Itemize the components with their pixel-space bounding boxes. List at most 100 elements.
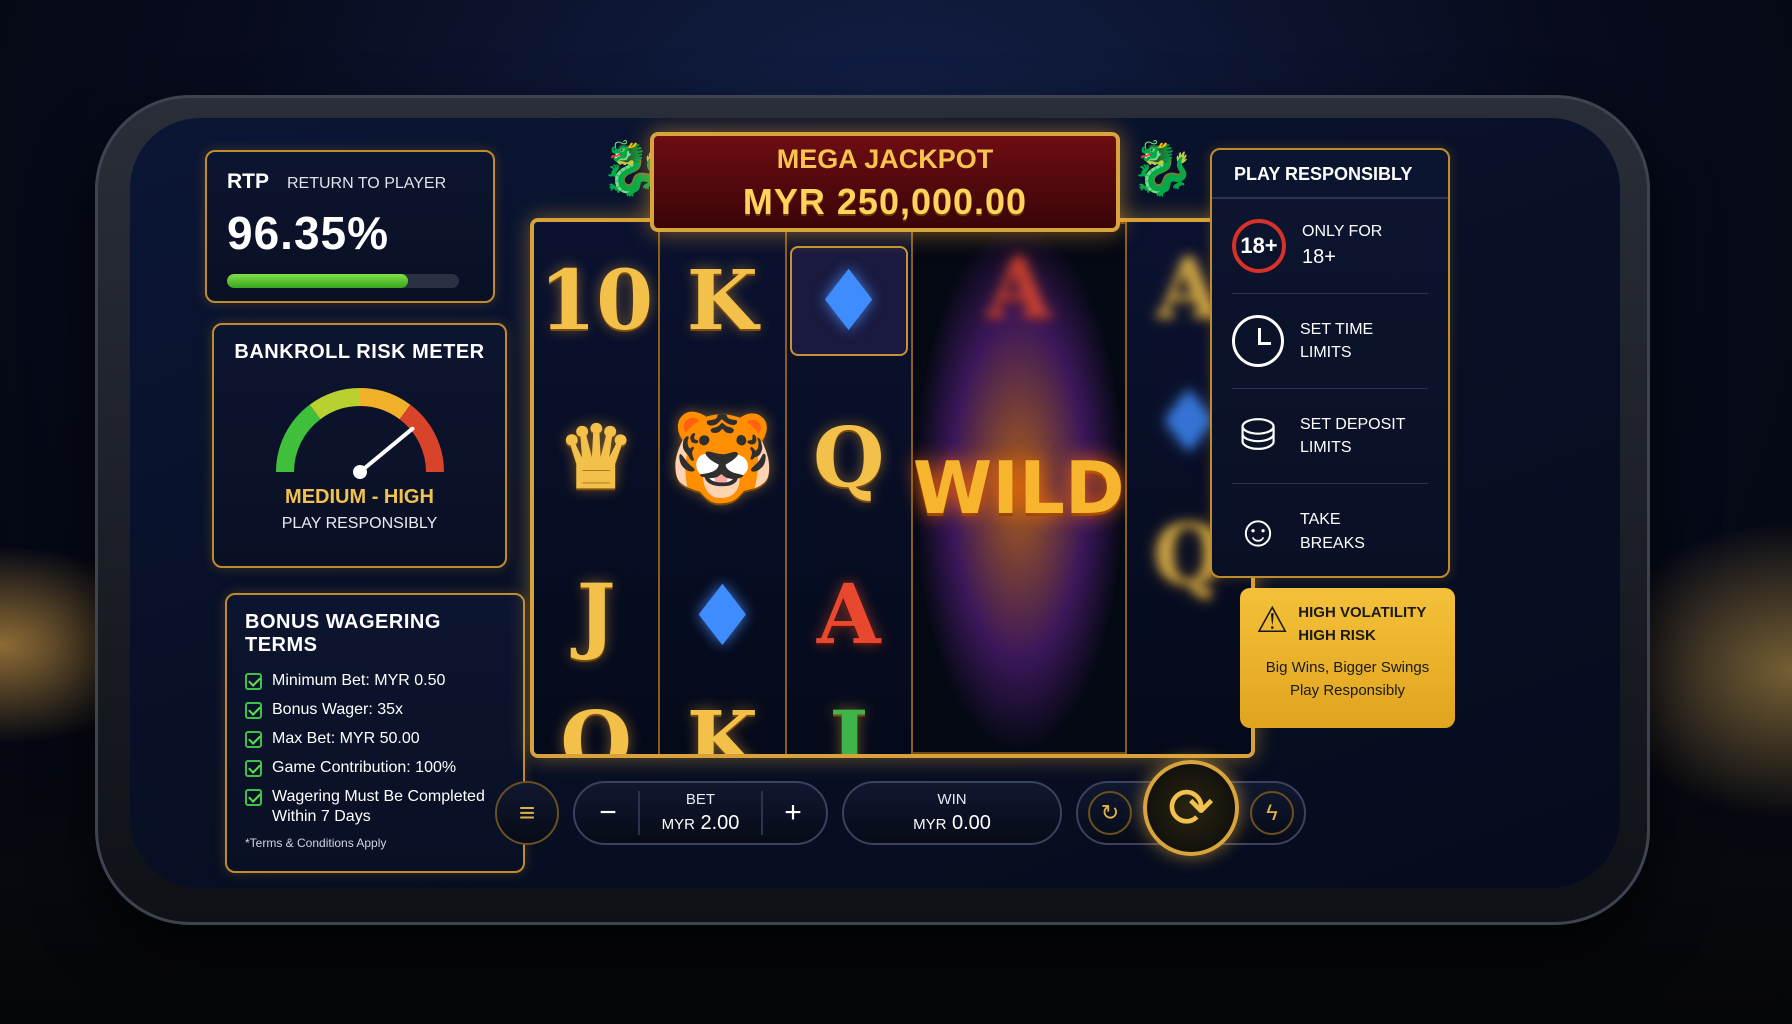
autoplay-button[interactable]: ↻ — [1088, 791, 1132, 835]
bet-decrease-button[interactable]: − — [593, 796, 623, 830]
list-item: ☺ TAKE BREAKS — [1232, 484, 1428, 579]
repeat-icon: ↻ — [1100, 800, 1120, 825]
jackpot-banner: MEGA JACKPOT MYR 250,000.00 — [650, 132, 1120, 232]
gauge-needle — [357, 426, 414, 474]
turbo-button[interactable]: ϟ — [1250, 791, 1294, 835]
spin-icon: ⟳ — [1167, 776, 1215, 839]
risk-level: MEDIUM - HIGH — [285, 486, 434, 508]
symbol-q: Q — [812, 409, 885, 506]
symbol-k: K — [686, 252, 759, 349]
list-item: Bonus Wager: 35x — [245, 700, 505, 720]
warning-body: Big Wins, Bigger Swings Play Responsibly — [1256, 657, 1439, 702]
jackpot-title: MEGA JACKPOT — [776, 144, 994, 174]
gauge-segment-green — [275, 404, 321, 473]
volatility-warning: ⚠ HIGH VOLATILITY HIGH RISK Big Wins, Bi… — [1240, 588, 1455, 728]
responsible-line1: SET DEPOSIT — [1300, 415, 1406, 433]
symbol-k: K — [686, 693, 759, 754]
bonus-term-text: Game Contribution: 100% — [272, 759, 457, 776]
reel-3: ♦ Q A J — [786, 222, 913, 754]
responsible-text: ONLY FOR 18+ — [1302, 220, 1382, 272]
risk-meter-title: BANKROLL RISK METER — [234, 341, 485, 363]
bonus-term-text: Max Bet: MYR 50.00 — [272, 730, 420, 747]
clock-icon — [1232, 315, 1284, 367]
spin-button[interactable]: ⟳ — [1143, 760, 1239, 856]
list-item: ⛁ SET DEPOSIT LIMITS — [1232, 389, 1428, 484]
symbol-a: A — [986, 240, 1051, 337]
meditating-person-icon: ☺ — [1235, 506, 1281, 556]
control-bar: ≡ − BET MYR 2.00 + WIN MYR 0.00 ↻ ⟳ ϟ — [495, 760, 1375, 858]
reel-frame: 10 ♛ J Q K 🐯 ♦ K ♦ Q A J A WILD A ♦ Q — [530, 218, 1255, 758]
game-screen: RTP RETURN TO PLAYER 96.35% BANKROLL RIS… — [130, 118, 1620, 888]
responsible-line2: BREAKS — [1300, 534, 1365, 552]
bonus-terms-title: BONUS WAGERING TERMS — [245, 611, 441, 656]
list-item: Max Bet: MYR 50.00 — [245, 729, 505, 749]
list-item: Wagering Must Be Completed Within 7 Days — [245, 787, 505, 827]
gauge-segment-orange — [359, 388, 410, 420]
bonus-terms-list: Minimum Bet: MYR 0.50 Bonus Wager: 35x M… — [245, 671, 505, 827]
rtp-panel: RTP RETURN TO PLAYER 96.35% — [205, 150, 495, 303]
blur-streak — [1127, 621, 1251, 754]
bonus-terms-panel: BONUS WAGERING TERMS Minimum Bet: MYR 0.… — [225, 593, 525, 873]
risk-meter-panel: BANKROLL RISK METER MEDIUM - HIGH PLAY R… — [212, 323, 507, 568]
responsible-text: SET TIME LIMITS — [1300, 318, 1373, 364]
bonus-term-text: Bonus Wager: 35x — [272, 701, 404, 718]
symbol-a: A — [816, 567, 881, 664]
list-item: Game Contribution: 100% — [245, 758, 505, 778]
dragon-icon: 🐉 — [1130, 140, 1195, 198]
diamond-icon: ♦ — [787, 222, 911, 379]
bonus-term-text: Wagering Must Be Completed Within 7 Days — [272, 788, 485, 825]
warning-body2: Play Responsibly — [1289, 681, 1406, 699]
symbol-q: Q — [560, 693, 632, 754]
list-item: Minimum Bet: MYR 0.50 — [245, 671, 505, 691]
rtp-value: 96.35% — [227, 207, 390, 259]
rtp-progress-fill — [227, 274, 408, 288]
wild-label: WILD — [912, 446, 1125, 530]
responsible-line1: SET TIME — [1300, 320, 1374, 338]
play-responsibly-panel: PLAY RESPONSIBLY 18+ ONLY FOR 18+ SET TIM… — [1210, 148, 1450, 578]
play-responsibly-title: PLAY RESPONSIBLY — [1212, 164, 1448, 199]
responsible-line2: 18+ — [1302, 246, 1336, 269]
bet-increase-button[interactable]: + — [778, 796, 808, 830]
check-icon — [245, 760, 262, 777]
coins-icon: ⛁ — [1239, 411, 1277, 461]
wild-symbol: WILD — [913, 355, 1125, 621]
menu-button[interactable]: ≡ — [495, 781, 559, 845]
risk-gauge — [275, 388, 444, 479]
responsible-line1: ONLY FOR — [1302, 222, 1383, 240]
gauge-hub — [352, 465, 367, 479]
win-currency: MYR — [913, 816, 947, 833]
check-icon — [245, 731, 262, 748]
bet-control: − BET MYR 2.00 + — [573, 781, 828, 845]
warning-line2: HIGH RISK — [1298, 626, 1376, 644]
warning-icon: ⚠ — [1256, 599, 1289, 640]
reel-2: K 🐯 ♦ K — [660, 222, 787, 754]
warning-line1: HIGH VOLATILITY — [1298, 604, 1427, 621]
bet-label: BET — [685, 791, 716, 808]
responsible-line2: LIMITS — [1300, 344, 1352, 361]
gauge-segment-red — [398, 404, 444, 473]
responsible-line1: TAKE — [1300, 511, 1341, 529]
bet-amount: MYR 2.00 — [662, 812, 740, 835]
diamond-icon: ♦ — [684, 565, 761, 665]
bet-value: 2.00 — [700, 812, 740, 834]
symbol-j: J — [829, 693, 869, 754]
symbol-j: J — [576, 567, 616, 664]
age-18-badge-icon: 18+ — [1232, 219, 1286, 273]
risk-note: PLAY RESPONSIBLY — [281, 515, 438, 532]
list-item: SET TIME LIMITS — [1232, 294, 1428, 389]
bonus-term-text: Minimum Bet: MYR 0.50 — [272, 672, 446, 689]
terms-footnote: *Terms & Conditions Apply — [245, 836, 387, 850]
spin-controls: ↻ ⟳ ϟ — [1076, 760, 1306, 856]
warning-heading: HIGH VOLATILITY HIGH RISK — [1298, 602, 1426, 647]
win-display: WIN MYR 0.00 — [842, 781, 1062, 845]
check-icon — [245, 789, 262, 806]
check-icon — [245, 702, 262, 719]
rtp-abbr: RTP — [227, 170, 269, 193]
responsible-text: SET DEPOSIT LIMITS — [1300, 413, 1406, 459]
crown-icon: ♛ — [557, 407, 635, 509]
warning-body1: Big Wins, Bigger Swings — [1265, 659, 1430, 676]
reel-1: 10 ♛ J Q — [534, 222, 661, 754]
win-label: WIN — [937, 791, 967, 808]
symbol-10: 10 — [539, 252, 654, 349]
tiger-icon: 🐯 — [668, 407, 776, 509]
